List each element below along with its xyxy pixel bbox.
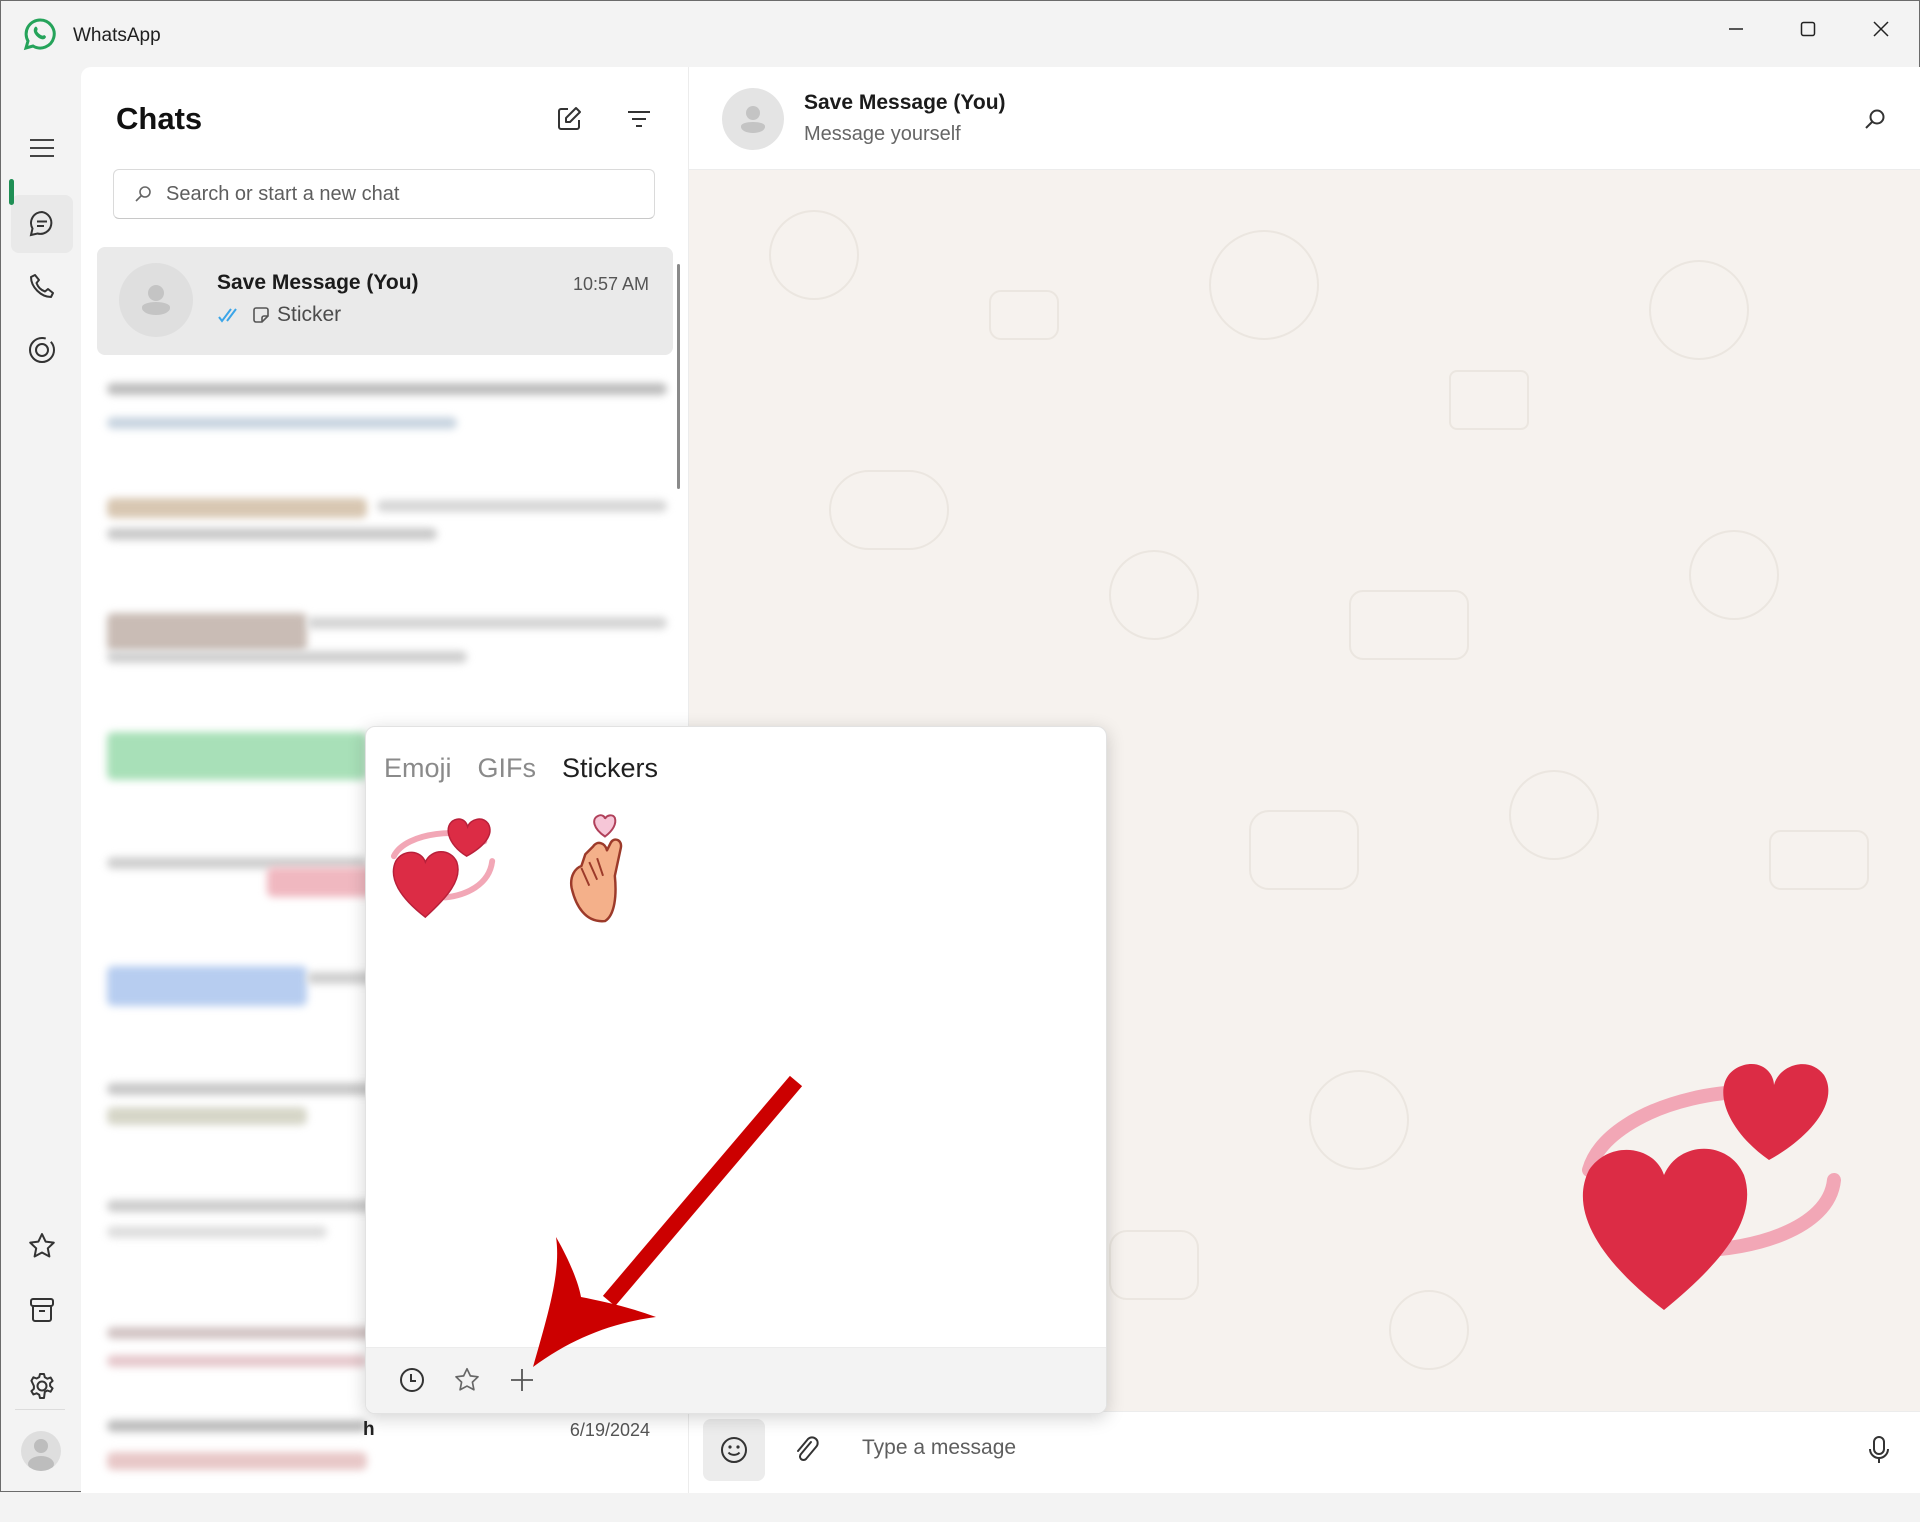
whatsapp-logo-icon <box>23 18 56 51</box>
sticker-icon <box>253 307 269 323</box>
conversation-name: Save Message (You) <box>804 91 1006 114</box>
maximize-button[interactable] <box>1778 9 1838 49</box>
chat-list-scrollbar[interactable] <box>677 264 680 489</box>
chat-preview-text: Sticker <box>277 303 342 326</box>
chat-name: Save Message (You) <box>217 271 419 294</box>
rail-menu-button[interactable] <box>11 119 73 177</box>
paperclip-icon <box>797 1436 819 1462</box>
conversation-avatar <box>722 88 784 150</box>
chat-icon <box>29 210 53 237</box>
favorite-stickers-button[interactable] <box>447 1360 487 1400</box>
filter-button[interactable] <box>619 99 659 139</box>
attach-button[interactable] <box>779 1422 835 1478</box>
microphone-icon <box>1869 1436 1889 1463</box>
search-placeholder: Search or start a new chat <box>166 182 400 205</box>
new-chat-button[interactable] <box>549 99 589 139</box>
double-check-icon <box>218 308 237 323</box>
recent-stickers-button[interactable] <box>392 1360 432 1400</box>
chat-list-item-selected[interactable]: Save Message (You) 10:57 AM Sticker <box>97 247 673 355</box>
plus-icon <box>511 1369 533 1391</box>
rail-archived-button[interactable] <box>11 1281 73 1339</box>
rail-calls-button[interactable] <box>11 257 73 315</box>
create-sticker-button[interactable] <box>502 1360 542 1400</box>
rail-status-button[interactable] <box>11 321 73 379</box>
emoji-icon <box>721 1437 747 1463</box>
app-title: WhatsApp <box>73 25 161 46</box>
chat-date: 6/19/2024 <box>569 1420 650 1440</box>
title-bar: WhatsApp <box>1 1 1920 67</box>
profile-avatar[interactable] <box>21 1431 61 1471</box>
whatsapp-window: WhatsApp Chats Search or start a new cha… <box>0 0 1920 1493</box>
rail-starred-button[interactable] <box>11 1217 73 1275</box>
avatar-icon <box>142 285 170 315</box>
emoji-button[interactable] <box>703 1419 765 1481</box>
microphone-button[interactable] <box>1855 1426 1903 1474</box>
avatar-icon <box>28 1439 54 1471</box>
message-composer: Type a message <box>689 1411 1920 1493</box>
conversation-header[interactable]: Save Message (You) Message yourself <box>689 67 1920 170</box>
avatar-icon <box>741 106 765 133</box>
minimize-icon <box>1729 28 1743 30</box>
archive-icon <box>30 1298 54 1322</box>
maximize-icon <box>1800 21 1816 37</box>
star-icon <box>455 1367 479 1391</box>
chat-preview: Sticker <box>217 303 341 327</box>
star-icon <box>29 1233 55 1258</box>
chat-avatar <box>119 263 193 337</box>
picker-tabs: Emoji GIFs Stickers <box>384 753 658 784</box>
chat-list-item[interactable] <box>107 492 667 602</box>
rail-chats-button[interactable] <box>11 195 73 253</box>
minimize-button[interactable] <box>1706 9 1766 49</box>
conversation-subtitle: Message yourself <box>804 123 961 145</box>
search-icon <box>135 186 151 202</box>
message-input[interactable]: Type a message <box>862 1436 1016 1460</box>
clock-icon <box>400 1368 424 1392</box>
active-indicator <box>9 179 14 205</box>
filter-icon <box>628 111 650 127</box>
revolving-hearts-sticker[interactable] <box>1569 1050 1849 1320</box>
hamburger-icon <box>30 139 54 157</box>
picker-footer <box>366 1347 1106 1413</box>
close-button[interactable] <box>1851 9 1911 49</box>
search-icon <box>1865 109 1885 129</box>
sticker-revolving-hearts[interactable] <box>386 807 504 925</box>
compose-icon <box>558 107 581 130</box>
phone-icon <box>30 274 54 298</box>
tab-emoji[interactable]: Emoji <box>384 753 452 784</box>
chat-name-fragment: h <box>363 1419 375 1440</box>
close-icon <box>1873 21 1889 37</box>
tab-stickers[interactable]: Stickers <box>562 753 658 784</box>
chat-list-item[interactable] <box>107 607 667 717</box>
rail-settings-button[interactable] <box>11 1357 73 1415</box>
chat-time: 10:57 AM <box>572 274 649 294</box>
chat-list-item[interactable] <box>107 377 667 487</box>
sticker-picker-popup: Emoji GIFs Stickers <box>365 726 1107 1414</box>
sticker-finger-heart[interactable] <box>546 807 664 925</box>
conversation-search-button[interactable] <box>1857 101 1893 137</box>
navigation-rail <box>1 67 81 1493</box>
chats-heading: Chats <box>116 101 203 136</box>
search-input[interactable]: Search or start a new chat <box>113 169 655 219</box>
tab-gifs[interactable]: GIFs <box>478 753 537 784</box>
gear-icon <box>30 1373 54 1399</box>
status-icon <box>29 337 55 363</box>
